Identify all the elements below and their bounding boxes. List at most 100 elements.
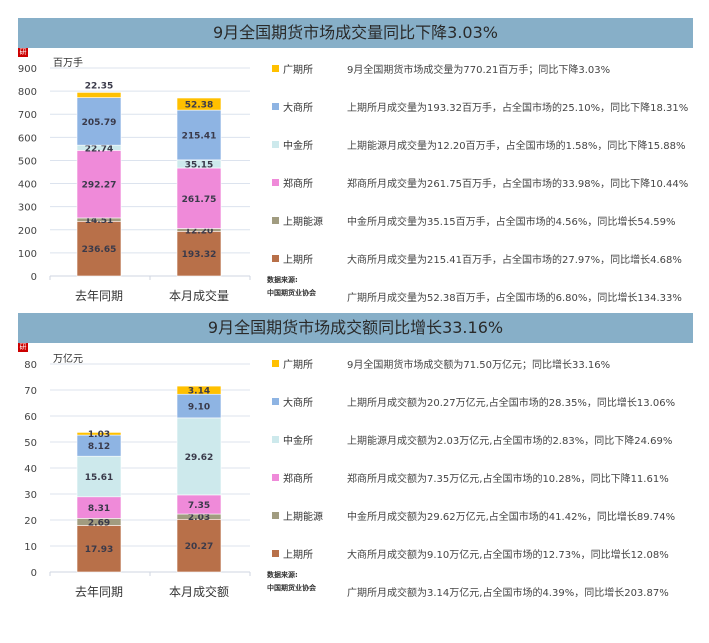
legend-label: 中金所 [283,141,313,152]
data-label: 8.31 [88,504,110,514]
summary-line: 中金所月成交额为29.62万亿元,占全国市场的41.42%，同比增长89.74% [347,512,676,523]
legend-label: 上期所 [283,255,313,266]
legend-label: 郑商所 [283,179,313,190]
summary-line: 广期所月成交额为3.14万亿元,占全国市场的4.39%，同比增长203.87% [347,588,669,599]
y-tick-label: 900 [18,64,37,75]
data-label: 236.65 [82,245,117,255]
chart-title: 9月全国期货市场成交量同比下降3.03% [18,18,693,48]
data-label: 52.38 [185,101,213,111]
y-axis-unit: 万亿元 [53,352,83,365]
legend-swatch [272,103,279,110]
y-tick-label: 300 [18,203,37,214]
legend-swatch [272,512,279,519]
legend-label: 广期所 [283,65,313,76]
x-category-label: 去年同期 [75,585,123,599]
y-tick-label: 30 [24,490,37,501]
data-label: 20.27 [185,542,213,552]
data-label: 292.27 [82,181,117,191]
y-tick-label: 500 [18,156,37,167]
data-label: 9.10 [188,403,210,413]
legend-item: 大商所 [272,99,313,114]
data-label: 8.12 [88,442,110,452]
legend-label: 上期能源 [283,217,323,228]
legend-swatch [272,255,279,262]
legend-label: 上期能源 [283,512,323,523]
data-label: 3.14 [188,387,210,397]
data-label: 22.74 [85,144,113,154]
legend-swatch [272,65,279,72]
legend-swatch [272,550,279,557]
legend-label: 郑商所 [283,474,313,485]
legend-item: 上期能源 [272,213,323,228]
summary-line: 郑商所月成交量为261.75百万手，占全国市场的33.98%，同比下降10.44… [347,179,689,190]
legend-item: 郑商所 [272,175,313,190]
summary-line: 广期所月成交量为52.38百万手，占全国市场的6.80%，同比增长134.33% [347,293,682,304]
y-tick-label: 20 [24,516,37,527]
y-tick-label: 0 [31,272,37,283]
data-label: 17.93 [85,545,113,555]
y-tick-label: 800 [18,87,37,98]
data-source: 数据来源: 中国期货业协会 [267,274,316,300]
data-label: 193.32 [182,250,217,260]
data-label: 1.03 [88,430,110,440]
legend-item: 广期所 [272,356,313,371]
legend-item: 郑商所 [272,470,313,485]
legend-item: 上期能源 [272,508,323,523]
y-tick-label: 400 [18,180,37,191]
data-label: 2.69 [88,518,110,528]
legend-item: 上期所 [272,251,313,266]
y-tick-label: 50 [24,438,37,449]
data-label: 29.62 [185,453,213,463]
summary-line: 9月全国期货市场成交额为71.50万亿元；同比增长33.16% [347,360,611,371]
data-label: 7.35 [188,501,210,511]
summary-line: 上期所月成交额为20.27万亿元,占全国市场的28.35%，同比增长13.06% [347,398,676,409]
data-label: 2.03 [188,513,210,523]
legend-label: 大商所 [283,103,313,114]
data-label: 215.41 [182,131,217,141]
x-category-label: 本月成交额 [169,584,229,599]
summary-line: 中金所月成交量为35.15百万手，占全国市场的4.56%，同比增长54.59% [347,217,676,228]
legend-label: 上期所 [283,550,313,561]
source-label: 数据来源: [267,571,298,579]
y-tick-label: 60 [24,412,37,423]
data-label: 35.15 [185,160,213,170]
y-axis-unit: 百万手 [53,56,83,69]
legend-swatch [272,179,279,186]
legend-item: 上期所 [272,546,313,561]
bar-segment [76,92,122,98]
data-source: 数据来源: 中国期货业协会 [267,569,316,595]
chart-title: 9月全国期货市场成交额同比增长33.16% [18,313,693,343]
source-org: 中国期货业协会 [267,584,316,592]
legend-item: 中金所 [272,137,313,152]
y-tick-label: 600 [18,133,37,144]
legend-swatch [272,474,279,481]
y-tick-label: 0 [31,568,37,579]
data-label: 261.75 [182,195,217,205]
summary-line: 上期能源月成交额为2.03万亿元,占全国市场的2.83%，同比下降24.69% [347,436,673,447]
legend-swatch [272,360,279,367]
summary-line: 大商所月成交量为215.41百万手，占全国市场的27.97%，同比增长4.68% [347,255,682,266]
summary-line: 大商所月成交额为9.10万亿元,占全国市场的12.73%，同比增长12.08% [347,550,669,561]
data-label: 22.35 [85,81,113,91]
legend-swatch [272,398,279,405]
summary-line: 郑商所月成交额为7.35万亿元,占全国市场的10.28%，同比下降11.61% [347,474,669,485]
legend-swatch [272,217,279,224]
y-tick-label: 80 [24,360,37,371]
data-label: 15.61 [85,473,113,483]
legend-item: 中金所 [272,432,313,447]
y-tick-label: 10 [24,542,37,553]
legend-item: 广期所 [272,61,313,76]
y-tick-label: 40 [24,464,37,475]
legend-label: 中金所 [283,436,313,447]
y-tick-label: 200 [18,226,37,237]
source-org: 中国期货业协会 [267,289,316,297]
source-label: 数据来源: [267,276,298,284]
y-tick-label: 700 [18,110,37,121]
x-category-label: 去年同期 [75,289,123,303]
stacked-bar-chart: 0 10 20 30 40 50 60 70 80 万亿元 17.93 2.69 8.31 15.61 8.… [24,352,251,599]
summary-line: 上期能源月成交量为12.20百万手，占全国市场的1.58%，同比下降15.88% [347,141,686,152]
y-tick-label: 70 [24,386,37,397]
data-label: 205.79 [82,118,117,128]
summary-line: 上期所月成交量为193.32百万手，占全国市场的25.10%，同比下降18.31… [347,103,689,114]
legend-label: 广期所 [283,360,313,371]
